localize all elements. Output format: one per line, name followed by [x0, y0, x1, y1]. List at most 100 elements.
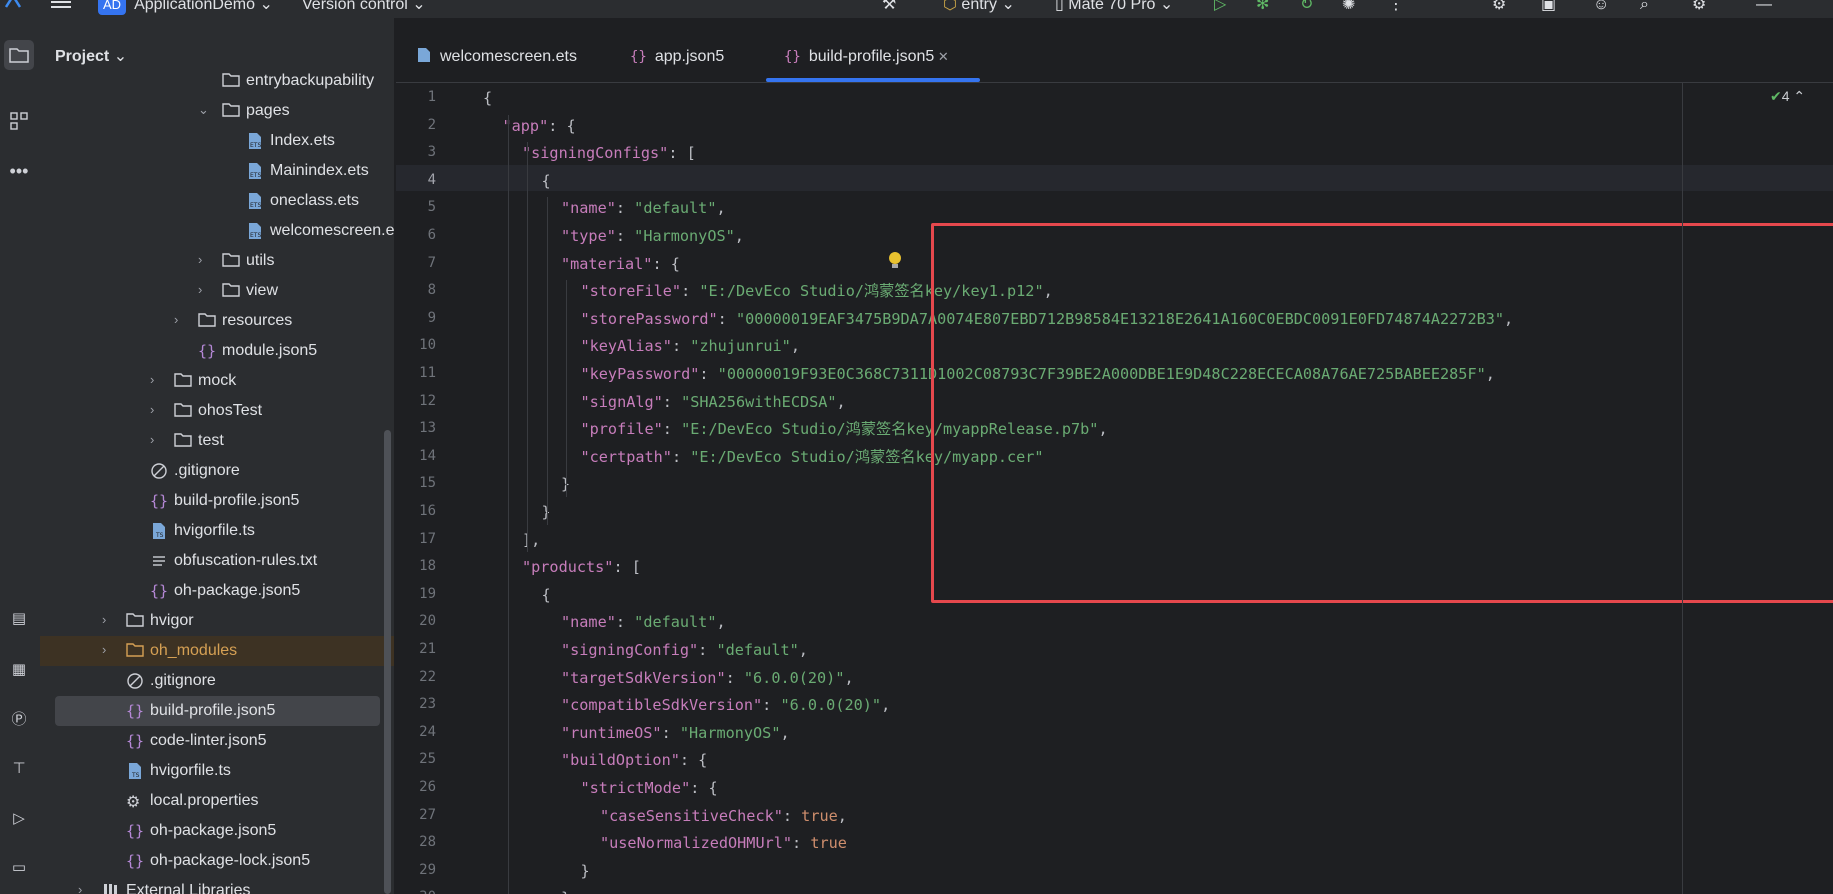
line-number: 19 [419, 585, 436, 602]
library-icon [102, 882, 120, 894]
tree-item[interactable]: TS hvigorfile.ts [40, 516, 394, 546]
tree-item[interactable]: › resources [40, 306, 394, 336]
tree-item[interactable]: ETS Mainindex.ets [40, 156, 394, 186]
code-token: "compatibleSdkVersion" [561, 696, 763, 715]
tree-item[interactable]: obfuscation-rules.txt [40, 546, 394, 576]
tree-item[interactable]: {} module.json5 [40, 336, 394, 366]
close-icon[interactable]: ✕ [934, 49, 949, 64]
tree-item[interactable]: .gitignore [40, 666, 394, 696]
hammer-icon[interactable]: ⚒ [882, 0, 896, 16]
tree-item[interactable]: {} build-profile.json5 [55, 696, 380, 726]
code-token: , [716, 199, 726, 218]
tab-welcomescreen-ets[interactable]: welcomescreen.ets [416, 46, 577, 70]
tree-item[interactable]: › ohosTest [40, 396, 394, 426]
code-token: "signAlg" [580, 392, 663, 411]
chevron-right-icon[interactable]: › [78, 883, 92, 894]
lightbulb-icon[interactable] [888, 251, 902, 271]
tree-item-label: entrybackupability [246, 72, 375, 89]
more-actions-icon[interactable]: ⋮ [1388, 0, 1404, 16]
tree-item[interactable]: {} oh-package-lock.json5 [40, 846, 394, 876]
folder-icon [222, 252, 240, 270]
json-file-icon: {} [198, 342, 217, 360]
device-manager-icon[interactable]: ⚙ [1492, 0, 1506, 16]
chevron-right-icon[interactable]: › [102, 613, 116, 627]
project-scrollbar[interactable] [384, 430, 391, 894]
run-tool-icon[interactable]: ▷ [4, 803, 34, 833]
tree-item[interactable]: ⚙ local.properties [40, 786, 394, 816]
tree-item[interactable]: {} oh-package.json5 [40, 576, 394, 606]
terminal-tool-icon[interactable]: ⊤ [4, 753, 34, 783]
debug-icon[interactable]: ✻ [1256, 0, 1269, 16]
tree-item[interactable]: {} code-linter.json5 [40, 726, 394, 756]
chevron-right-icon[interactable]: › [174, 313, 188, 327]
tree-item[interactable]: › External Libraries [40, 876, 394, 894]
run-icon[interactable]: ▷ [1214, 0, 1226, 16]
minimize-icon[interactable]: — [1756, 0, 1772, 16]
code-token: : [792, 834, 811, 853]
code-editor[interactable]: 1 2 3 4 5 6 7 8 9 10 11 12 13 14 15 16 17 18 19 20 21 22 23 24 2… [396, 83, 1833, 894]
project-tool-icon[interactable] [4, 40, 34, 70]
account-icon[interactable]: ☺ [1593, 0, 1609, 16]
line-number: 3 [427, 144, 436, 161]
tree-item[interactable]: {} oh-package.json5 [40, 816, 394, 846]
chevron-right-icon[interactable]: › [150, 433, 164, 447]
ts-file-icon: TS [126, 762, 144, 780]
tree-item[interactable]: › test [40, 426, 394, 456]
code-token: , [780, 723, 790, 742]
search-icon[interactable]: ⌕ [1640, 0, 1649, 16]
code-line: { [542, 582, 551, 608]
tab-build-profile-json5[interactable]: {} build-profile.json5 ✕ [784, 46, 949, 70]
layout-icon[interactable]: ▣ [1541, 0, 1556, 16]
tab-app-json5[interactable]: {} app.json5 [630, 46, 724, 70]
line-number: 26 [419, 779, 436, 795]
tree-item[interactable]: ⌄ pages [40, 96, 394, 126]
profiler-tool-icon[interactable]: Ⓟ [4, 703, 34, 733]
code-token: , [844, 668, 854, 687]
layout-inspector-icon[interactable]: ▦ [4, 654, 34, 684]
code-token: "name" [561, 199, 616, 218]
inspection-widget[interactable]: ✔4 ⌃ [1770, 88, 1805, 105]
chevron-right-icon[interactable]: › [198, 253, 212, 267]
chevron-right-icon[interactable]: › [150, 403, 164, 417]
settings-icon[interactable]: ⚙ [1692, 0, 1706, 16]
more-tools-icon[interactable]: ••• [4, 156, 34, 186]
main-menu-icon[interactable] [50, 0, 72, 16]
tree-item-label: hvigor [150, 612, 194, 629]
tree-item[interactable]: › utils [40, 246, 394, 276]
project-panel-title[interactable]: Project ⌄ [55, 46, 127, 68]
restart-icon[interactable]: ↻ [1300, 0, 1313, 16]
tree-item[interactable]: .gitignore [40, 456, 394, 486]
tree-item[interactable]: ETS Index.ets [40, 126, 394, 156]
console-tool-icon[interactable]: ▭ [4, 852, 34, 882]
tree-item[interactable]: entrybackupability [40, 66, 394, 96]
tree-item[interactable]: {} build-profile.json5 [40, 486, 394, 516]
folder-icon [198, 312, 216, 330]
tree-item[interactable]: TS hvigorfile.ts [40, 756, 394, 786]
device-selector[interactable]: ▯ Mate 70 Pro ⌄ [1055, 0, 1173, 16]
tree-item[interactable]: › view [40, 276, 394, 306]
code-token: : [782, 806, 802, 825]
line-number: 24 [419, 723, 436, 740]
chevron-right-icon[interactable]: › [198, 283, 212, 297]
chevron-down-icon[interactable]: ⌄ [198, 103, 212, 117]
profiler-icon[interactable]: ✺ [1342, 0, 1355, 16]
tree-item[interactable]: › hvigor [40, 606, 394, 636]
code-token: , [836, 392, 846, 411]
version-control-menu[interactable]: Version control ⌄ [302, 0, 426, 16]
code-token: "6.0.0(20)" [743, 668, 845, 687]
chevron-right-icon[interactable]: › [102, 643, 116, 657]
code-token: : { [690, 779, 718, 797]
run-config-selector[interactable]: ⬡ entry ⌄ [943, 0, 1015, 16]
code-token: "buildOption" [561, 751, 680, 770]
chevron-right-icon[interactable]: › [150, 373, 164, 387]
todo-tool-icon[interactable]: ▤ [4, 603, 34, 633]
project-switcher[interactable]: AD ApplicationDemo ⌄ [98, 0, 273, 16]
structure-tool-icon[interactable] [4, 106, 34, 136]
tree-item[interactable]: ETS welcomescreen.ets [40, 216, 394, 246]
tree-item[interactable]: › oh_modules [40, 636, 394, 666]
tree-item[interactable]: ETS oneclass.ets [40, 186, 394, 216]
tree-item[interactable]: › mock [40, 366, 394, 396]
code-token: , [790, 337, 800, 356]
json-file-icon: {} [630, 49, 647, 65]
code-token: : [615, 613, 635, 632]
